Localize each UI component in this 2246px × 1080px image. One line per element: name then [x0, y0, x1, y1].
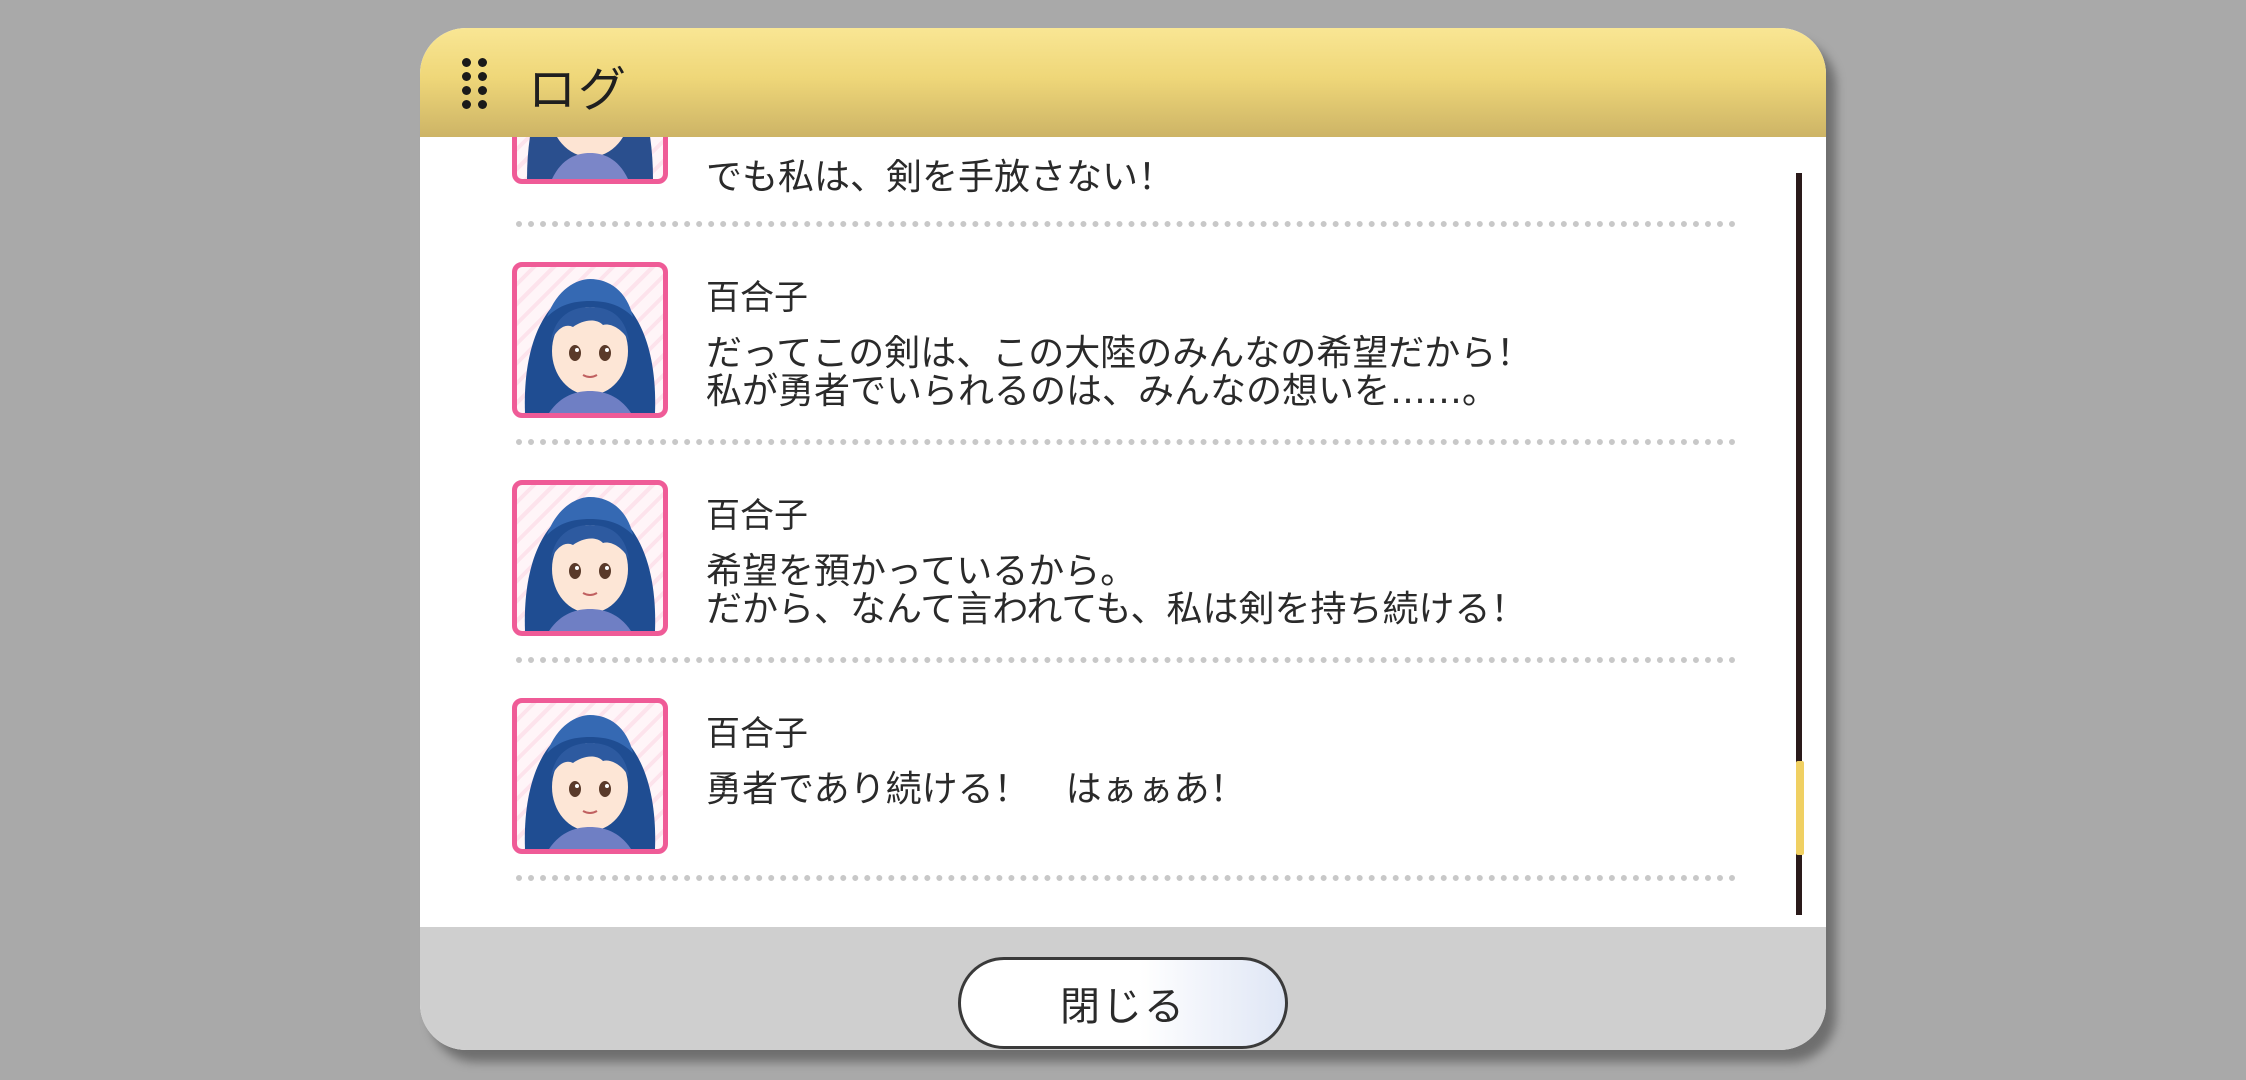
entry-divider — [516, 875, 1736, 881]
speaker-name: 百合子 — [706, 714, 808, 754]
log-line: だから、なんて言われても、私は剣を持ち続ける！ — [706, 589, 1527, 630]
close-button[interactable]: 閉じる — [958, 957, 1288, 1049]
drag-handle-icon[interactable] — [462, 58, 492, 112]
log-dialog: ログ でも私は、剣を手放さない！ 百合子 だってこの剣は、この大陸のみんなの希望… — [420, 28, 1826, 1050]
scrollbar-thumb[interactable] — [1796, 761, 1804, 855]
character-portrait — [512, 480, 668, 636]
log-entry: 百合子 だってこの剣は、この大陸のみんなの希望だから！ 私が勇者でいられるのは、… — [420, 262, 1826, 482]
entry-divider — [516, 657, 1736, 663]
log-entry: 百合子 希望を預かっているから。 だから、なんて言われても、私は剣を持ち続ける！ — [420, 480, 1826, 700]
log-line: 私が勇者でいられるのは、みんなの想いを……。 — [706, 371, 1499, 412]
entry-divider — [516, 439, 1736, 445]
speaker-name: 百合子 — [706, 278, 808, 318]
log-line: 勇者であり続ける！ はぁぁあ！ — [706, 769, 1246, 810]
log-entry: 百合子 勇者であり続ける！ はぁぁあ！ — [420, 698, 1826, 918]
speaker-name: 百合子 — [706, 496, 808, 536]
log-list[interactable]: でも私は、剣を手放さない！ 百合子 だってこの剣は、この大陸のみんなの希望だから… — [420, 137, 1826, 927]
character-portrait — [512, 262, 668, 418]
log-entry: でも私は、剣を手放さない！ — [420, 137, 1826, 248]
log-line: でも私は、剣を手放さない！ — [706, 157, 1175, 198]
character-portrait — [512, 137, 668, 184]
dialog-footer: 閉じる — [420, 927, 1826, 1050]
character-portrait — [512, 698, 668, 854]
dialog-header: ログ — [420, 28, 1826, 137]
entry-divider — [516, 221, 1736, 227]
dialog-title: ログ — [528, 62, 629, 118]
